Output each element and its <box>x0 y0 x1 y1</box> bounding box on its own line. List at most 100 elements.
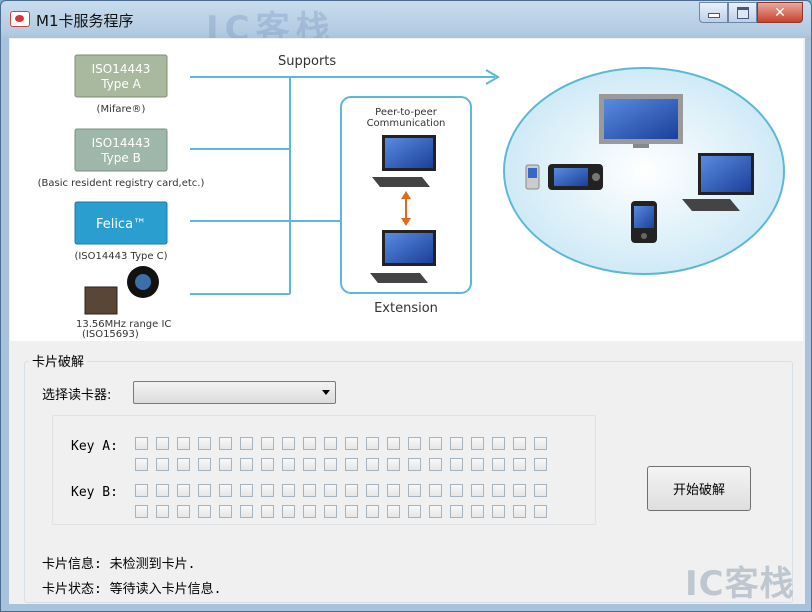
key-bit-checkbox[interactable] <box>492 437 505 450</box>
key-bit-checkbox[interactable] <box>345 437 358 450</box>
key-bit-checkbox[interactable] <box>408 484 421 497</box>
key-bit-checkbox[interactable] <box>324 484 337 497</box>
maximize-button[interactable] <box>728 2 757 23</box>
app-icon <box>10 11 30 27</box>
key-bit-checkbox[interactable] <box>198 437 211 450</box>
key-bit-checkbox[interactable] <box>156 505 169 518</box>
key-bit-checkbox[interactable] <box>471 458 484 471</box>
nfc-banner-image: ISO14443 Type A (Mifare®) ISO14443 Type … <box>10 39 803 341</box>
key-bit-checkbox[interactable] <box>513 458 526 471</box>
client-area: ISO14443 Type A (Mifare®) ISO14443 Type … <box>9 38 805 604</box>
key-bit-checkbox[interactable] <box>513 505 526 518</box>
key-bit-checkbox[interactable] <box>177 437 190 450</box>
key-bit-checkbox[interactable] <box>303 437 316 450</box>
key-bit-checkbox[interactable] <box>324 437 337 450</box>
basic-caption: (Basic resident registry card,etc.) <box>38 178 205 189</box>
key-bit-checkbox[interactable] <box>198 484 211 497</box>
key-bit-checkbox[interactable] <box>198 458 211 471</box>
key-bit-checkbox[interactable] <box>534 458 547 471</box>
key-bit-checkbox[interactable] <box>177 484 190 497</box>
key-bit-checkbox[interactable] <box>219 437 232 450</box>
key-bit-checkbox[interactable] <box>366 437 379 450</box>
key-bit-checkbox[interactable] <box>513 437 526 450</box>
key-bit-checkbox[interactable] <box>492 505 505 518</box>
p2p-line1: Peer-to-peer <box>375 107 438 118</box>
key-bit-checkbox[interactable] <box>471 484 484 497</box>
key-bit-checkbox[interactable] <box>240 458 253 471</box>
start-crack-button[interactable]: 开始破解 <box>647 466 751 511</box>
key-bit-checkbox[interactable] <box>282 484 295 497</box>
key-bit-checkbox[interactable] <box>282 505 295 518</box>
key-bit-checkbox[interactable] <box>261 484 274 497</box>
key-bit-checkbox[interactable] <box>450 458 463 471</box>
key-bit-checkbox[interactable] <box>324 458 337 471</box>
key-panel: Key A: Key B: <box>52 415 596 525</box>
key-bit-checkbox[interactable] <box>387 484 400 497</box>
mifare-caption: (Mifare®) <box>97 104 146 115</box>
key-bit-checkbox[interactable] <box>408 505 421 518</box>
key-bit-checkbox[interactable] <box>534 484 547 497</box>
iso-a-line2: Type A <box>100 77 141 91</box>
key-bit-checkbox[interactable] <box>219 484 232 497</box>
key-bit-checkbox[interactable] <box>387 505 400 518</box>
key-bit-checkbox[interactable] <box>345 458 358 471</box>
key-a-label: Key A: <box>71 439 118 454</box>
key-bit-checkbox[interactable] <box>135 458 148 471</box>
key-bit-checkbox[interactable] <box>387 458 400 471</box>
key-bit-checkbox[interactable] <box>450 505 463 518</box>
key-bit-checkbox[interactable] <box>177 458 190 471</box>
key-b-label: Key B: <box>71 485 118 500</box>
key-bit-checkbox[interactable] <box>471 437 484 450</box>
key-bit-checkbox[interactable] <box>450 484 463 497</box>
key-bit-checkbox[interactable] <box>261 437 274 450</box>
key-bit-checkbox[interactable] <box>282 458 295 471</box>
key-bit-checkbox[interactable] <box>408 437 421 450</box>
key-bit-checkbox[interactable] <box>303 484 316 497</box>
minimize-icon <box>707 13 720 18</box>
key-bit-checkbox[interactable] <box>282 437 295 450</box>
key-bit-checkbox[interactable] <box>450 437 463 450</box>
key-bit-checkbox[interactable] <box>471 505 484 518</box>
key-bit-checkbox[interactable] <box>177 505 190 518</box>
key-bit-checkbox[interactable] <box>135 437 148 450</box>
key-bit-checkbox[interactable] <box>261 505 274 518</box>
key-bit-checkbox[interactable] <box>240 505 253 518</box>
close-button[interactable]: ✕ <box>757 2 803 23</box>
key-bit-checkbox[interactable] <box>156 437 169 450</box>
key-bit-checkbox[interactable] <box>366 484 379 497</box>
key-bit-checkbox[interactable] <box>261 458 274 471</box>
key-bit-checkbox[interactable] <box>534 437 547 450</box>
key-bit-checkbox[interactable] <box>219 505 232 518</box>
key-bit-checkbox[interactable] <box>366 458 379 471</box>
key-bit-checkbox[interactable] <box>303 505 316 518</box>
key-bit-checkbox[interactable] <box>387 437 400 450</box>
key-bit-checkbox[interactable] <box>345 505 358 518</box>
key-bit-checkbox[interactable] <box>429 505 442 518</box>
supports-label: Supports <box>278 54 336 69</box>
key-bit-checkbox[interactable] <box>303 458 316 471</box>
minimize-button[interactable] <box>699 2 728 23</box>
reader-select[interactable] <box>133 381 336 404</box>
key-bit-checkbox[interactable] <box>534 505 547 518</box>
key-bit-checkbox[interactable] <box>492 484 505 497</box>
key-bit-checkbox[interactable] <box>135 484 148 497</box>
key-bit-checkbox[interactable] <box>240 437 253 450</box>
key-bit-checkbox[interactable] <box>492 458 505 471</box>
extension-label: Extension <box>374 301 438 316</box>
key-bit-checkbox[interactable] <box>219 458 232 471</box>
key-bit-checkbox[interactable] <box>135 505 148 518</box>
key-bit-checkbox[interactable] <box>513 484 526 497</box>
iso15693-caption: (ISO15693) <box>82 329 139 340</box>
title-bar[interactable]: M1卡服务程序 IC客栈 ✕ <box>1 1 811 49</box>
key-bit-checkbox[interactable] <box>324 505 337 518</box>
key-bit-checkbox[interactable] <box>345 484 358 497</box>
key-bit-checkbox[interactable] <box>156 458 169 471</box>
key-bit-checkbox[interactable] <box>408 458 421 471</box>
key-bit-checkbox[interactable] <box>366 505 379 518</box>
key-bit-checkbox[interactable] <box>156 484 169 497</box>
key-bit-checkbox[interactable] <box>240 484 253 497</box>
key-bit-checkbox[interactable] <box>198 505 211 518</box>
key-bit-checkbox[interactable] <box>429 484 442 497</box>
key-bit-checkbox[interactable] <box>429 437 442 450</box>
key-bit-checkbox[interactable] <box>429 458 442 471</box>
